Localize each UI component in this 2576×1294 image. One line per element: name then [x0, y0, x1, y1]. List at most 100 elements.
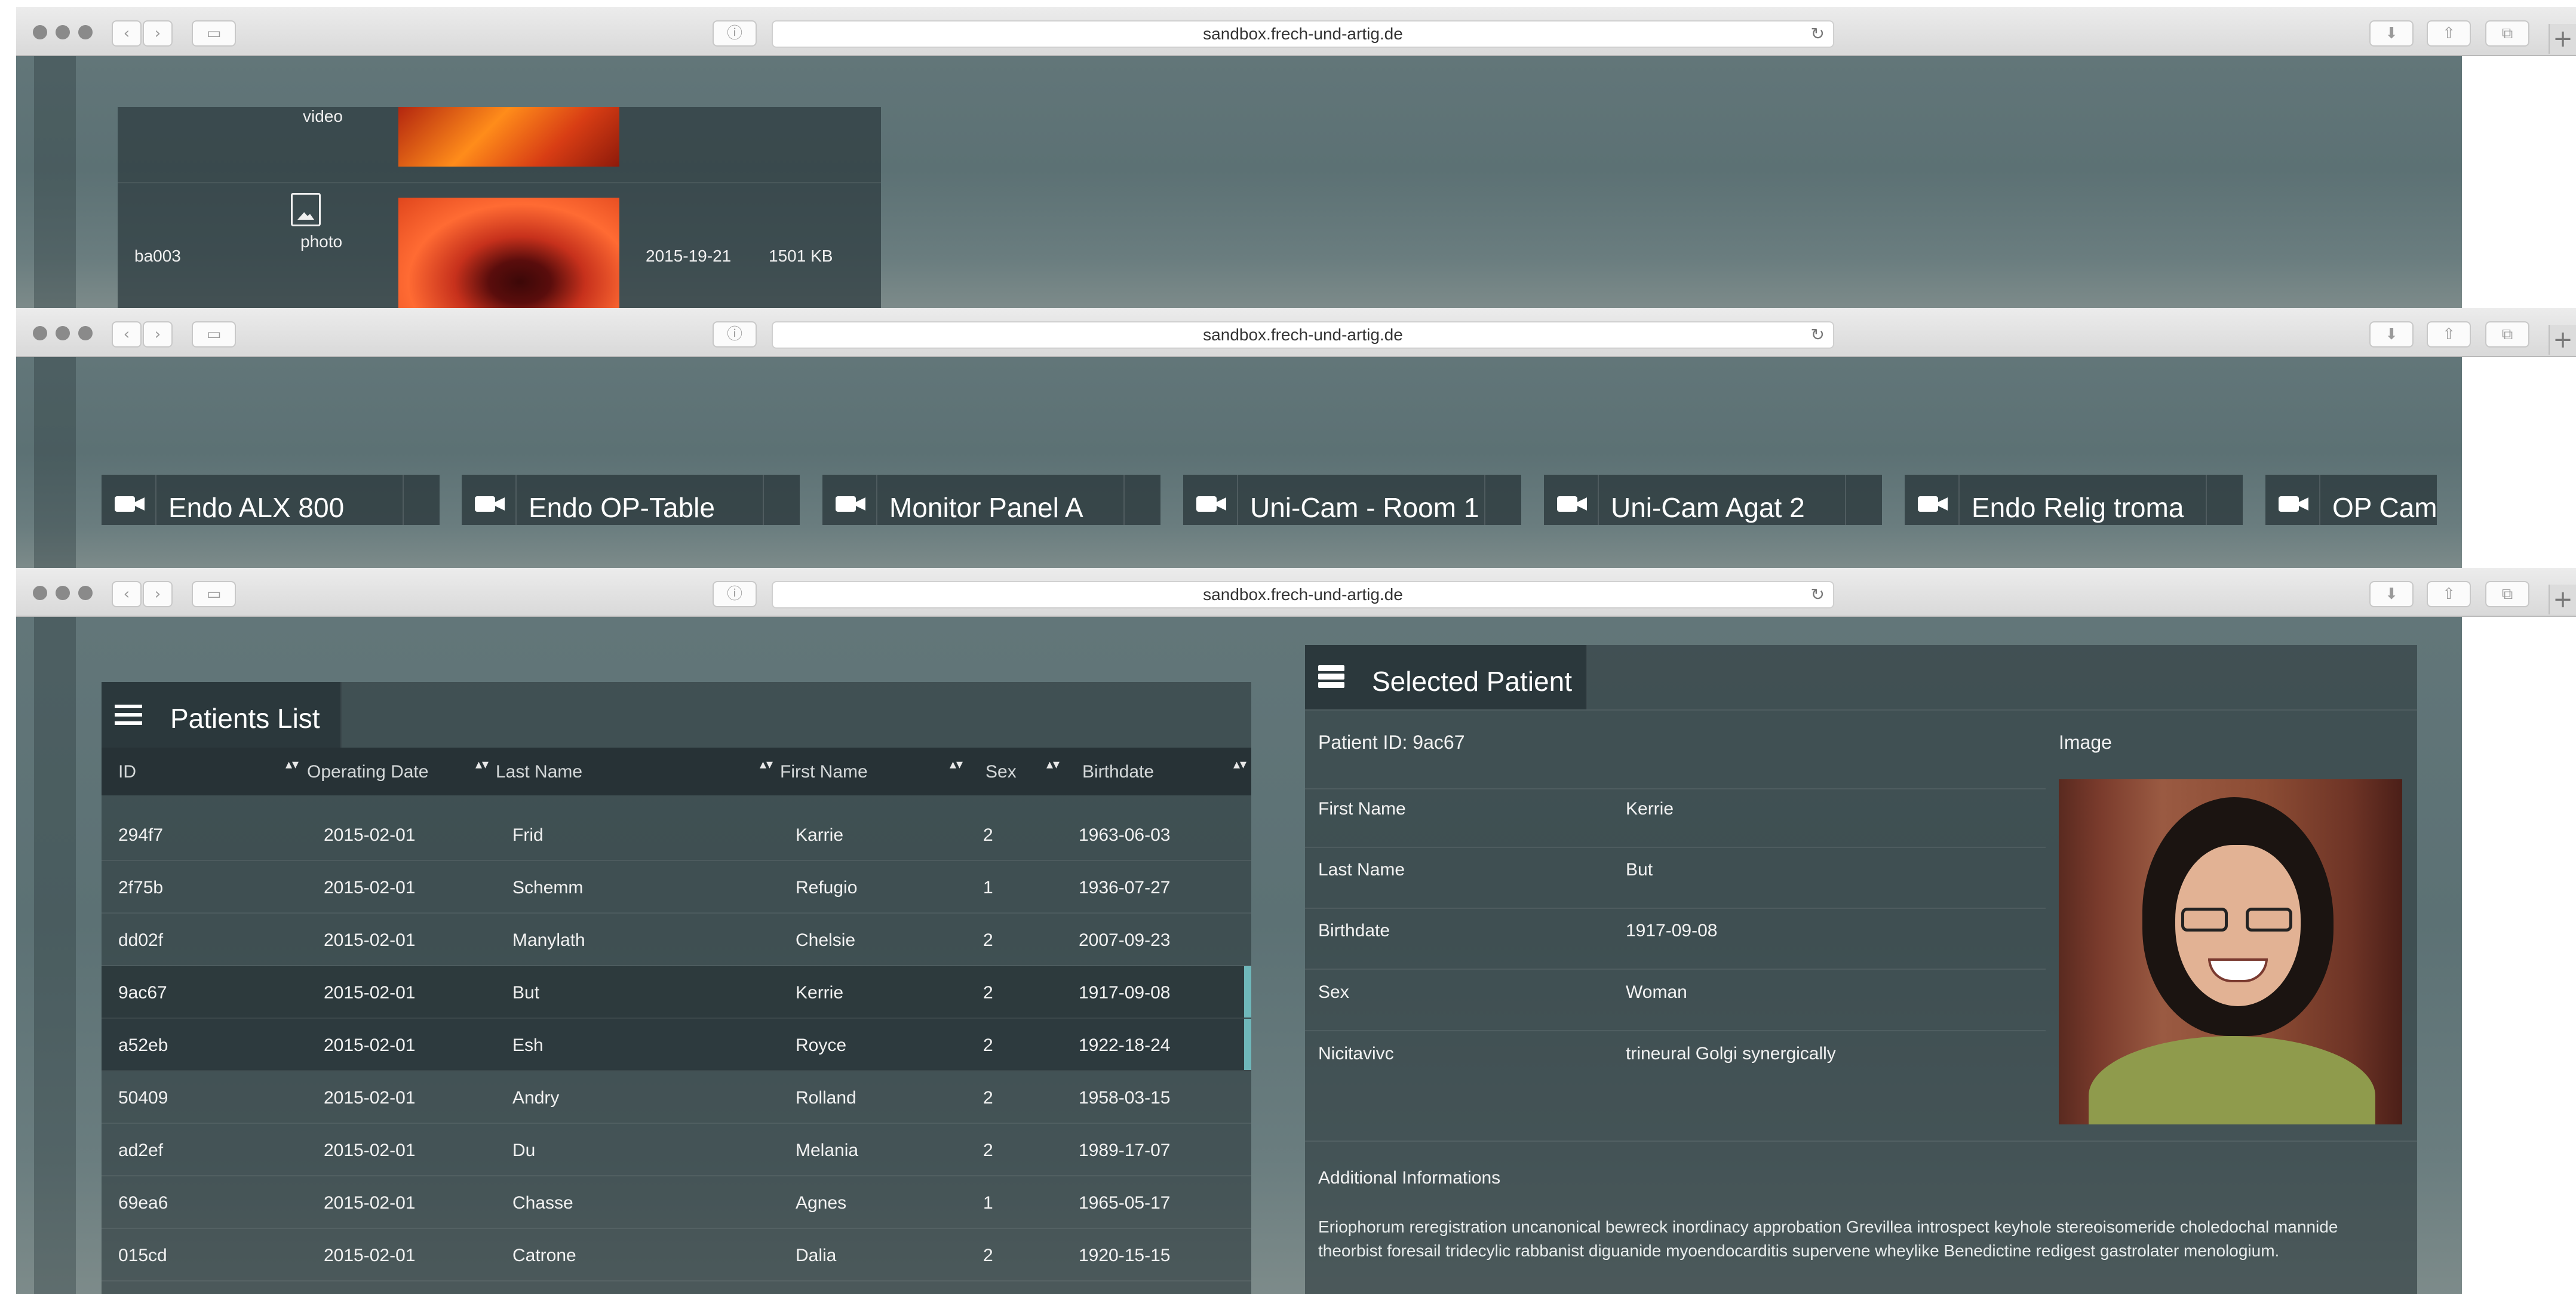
- new-tab-icon[interactable]: +: [2549, 585, 2576, 614]
- panel-title: Selected Patient: [1372, 666, 1573, 697]
- additional-info-text: Eriophorum reregistration uncanonical be…: [1318, 1218, 2338, 1260]
- info-icon[interactable]: ⓘ: [713, 581, 757, 607]
- column-header-first-name[interactable]: First Name: [780, 762, 868, 782]
- camera-button-uni-cam-room-1[interactable]: Uni-Cam - Room 1: [1183, 475, 1521, 525]
- field-value: Woman: [1626, 982, 1687, 1002]
- reload-icon[interactable]: ↻: [1811, 322, 1825, 348]
- cell-last-name: Du: [512, 1141, 536, 1160]
- url-text: sandbox.frech-und-artig.de: [1203, 24, 1403, 43]
- cell-operating-date: 2015-02-01: [324, 1193, 416, 1213]
- selected-patient-panel: Selected Patient Patient ID: 9ac67 Image…: [1305, 645, 2417, 1294]
- download-icon[interactable]: ⬇: [2369, 321, 2414, 348]
- column-header-last-name[interactable]: Last Name: [496, 762, 582, 782]
- sort-icon[interactable]: ▴▾: [950, 758, 963, 772]
- zoom-window-button[interactable]: [78, 326, 93, 340]
- sort-icon[interactable]: ▴▾: [1233, 758, 1246, 772]
- list-item[interactable]: video: [118, 107, 881, 183]
- column-header-id[interactable]: ID: [118, 762, 136, 782]
- sort-icon[interactable]: ▴▾: [760, 758, 773, 772]
- close-window-button[interactable]: [33, 586, 47, 600]
- table-row[interactable]: 50409 2015-02-01 Andry Rolland 2 1958-03…: [102, 1071, 1251, 1124]
- share-icon[interactable]: ⇧: [2427, 20, 2471, 47]
- camera-button-endo-op-table[interactable]: Endo OP-Table: [462, 475, 800, 525]
- camera-button-uni-cam-agat-2[interactable]: Uni-Cam Agat 2: [1544, 475, 1882, 525]
- share-icon[interactable]: ⇧: [2427, 581, 2471, 607]
- info-icon[interactable]: ⓘ: [713, 20, 757, 47]
- address-bar[interactable]: sandbox.frech-und-artig.de ↻: [772, 321, 1834, 349]
- cell-birthdate: 1920-15-15: [1079, 1246, 1171, 1265]
- sort-icon[interactable]: ▴▾: [1046, 758, 1060, 772]
- table-row[interactable]: dd02f 2015-02-01 Manylath Chelsie 2 2007…: [102, 914, 1251, 966]
- media-list: video ba003 photo 2015-19-21 1501 KB: [118, 107, 881, 309]
- cell-operating-date: 2015-02-01: [324, 1035, 416, 1055]
- sort-icon[interactable]: ▴▾: [475, 758, 489, 772]
- patients-list-panel: Patients List ID ▴▾ Operating Date ▴▾ La…: [102, 682, 1251, 1294]
- tabs-icon[interactable]: ⧉: [2485, 321, 2529, 348]
- back-button[interactable]: ‹: [112, 581, 142, 607]
- forward-button[interactable]: ›: [143, 20, 173, 47]
- cell-last-name: Andry: [512, 1088, 560, 1108]
- reload-icon[interactable]: ↻: [1811, 21, 1825, 47]
- list-item[interactable]: ba003 photo 2015-19-21 1501 KB: [118, 183, 881, 309]
- table-row[interactable]: 015cd 2015-02-01 Catrone Dalia 2 1920-15…: [102, 1229, 1251, 1281]
- selected-patient-header: Selected Patient: [1305, 645, 1587, 709]
- back-button[interactable]: ‹: [112, 321, 142, 348]
- tabs-icon[interactable]: ⧉: [2485, 20, 2529, 47]
- minimize-window-button[interactable]: [56, 326, 70, 340]
- download-icon[interactable]: ⬇: [2369, 581, 2414, 607]
- cell-last-name: Esh: [512, 1035, 544, 1055]
- close-window-button[interactable]: [33, 25, 47, 39]
- table-row[interactable]: ad2ef 2015-02-01 Du Melania 2 1989-17-07: [102, 1124, 1251, 1176]
- cell-sex: 1: [983, 1193, 993, 1213]
- address-bar[interactable]: sandbox.frech-und-artig.de ↻: [772, 581, 1834, 608]
- image-label: Image: [2059, 731, 2112, 753]
- sidebar-icon[interactable]: ▭: [192, 321, 236, 348]
- video-camera-icon: [115, 496, 135, 512]
- column-header-birthdate[interactable]: Birthdate: [1082, 762, 1154, 782]
- field-value: trineural Golgi synergically: [1626, 1044, 1836, 1064]
- zoom-window-button[interactable]: [78, 25, 93, 39]
- media-thumbnail[interactable]: [398, 198, 619, 309]
- camera-button-endo-alx-800[interactable]: Endo ALX 800: [102, 475, 440, 525]
- back-button[interactable]: ‹: [112, 20, 142, 47]
- address-bar[interactable]: sandbox.frech-und-artig.de ↻: [772, 20, 1834, 48]
- camera-button-monitor-panel-a[interactable]: Monitor Panel A: [822, 475, 1160, 525]
- forward-button[interactable]: ›: [143, 321, 173, 348]
- cell-sex: 1: [983, 878, 993, 897]
- minimize-window-button[interactable]: [56, 586, 70, 600]
- cell-sex: 2: [983, 1088, 993, 1108]
- sidebar-icon[interactable]: ▭: [192, 20, 236, 47]
- table-row[interactable]: 69ea6 2015-02-01 Chasse Agnes 1 1965-05-…: [102, 1176, 1251, 1229]
- new-tab-icon[interactable]: +: [2549, 24, 2576, 54]
- table-row[interactable]: a52eb 2015-02-01 Esh Royce 2 1922-18-24: [102, 1019, 1251, 1071]
- video-camera-icon: [1557, 496, 1577, 512]
- cell-first-name: Kerrie: [796, 983, 844, 1003]
- cell-operating-date: 2015-02-01: [324, 930, 416, 950]
- cell-birthdate: 1917-09-08: [1079, 983, 1171, 1003]
- new-tab-icon[interactable]: +: [2549, 325, 2576, 355]
- table-row[interactable]: 2f75b 2015-02-01 Schemm Refugio 1 1936-0…: [102, 861, 1251, 914]
- minimize-window-button[interactable]: [56, 25, 70, 39]
- camera-button-op-cam[interactable]: OP Came: [2265, 475, 2437, 525]
- media-thumbnail[interactable]: [398, 107, 619, 167]
- page-content: video ba003 photo 2015-19-21 1501 KB: [16, 56, 2576, 309]
- url-text: sandbox.frech-und-artig.de: [1203, 585, 1403, 604]
- media-type-label: photo: [300, 232, 343, 251]
- share-icon[interactable]: ⇧: [2427, 321, 2471, 348]
- close-window-button[interactable]: [33, 326, 47, 340]
- reload-icon[interactable]: ↻: [1811, 582, 1825, 607]
- column-header-sex[interactable]: Sex: [985, 762, 1017, 782]
- info-icon[interactable]: ⓘ: [713, 321, 757, 348]
- zoom-window-button[interactable]: [78, 586, 93, 600]
- camera-button-endo-relig-troma[interactable]: Endo Relig troma: [1905, 475, 2243, 525]
- table-row-selected[interactable]: 9ac67 2015-02-01 But Kerrie 2 1917-09-08: [102, 966, 1251, 1019]
- forward-button[interactable]: ›: [143, 581, 173, 607]
- sidebar-icon[interactable]: ▭: [192, 581, 236, 607]
- tabs-icon[interactable]: ⧉: [2485, 581, 2529, 607]
- column-header-operating-date[interactable]: Operating Date: [307, 762, 428, 782]
- browser-window-2: ‹ › ▭ ⓘ sandbox.frech-und-artig.de ↻ ⬇ ⇧…: [16, 308, 2576, 569]
- download-icon[interactable]: ⬇: [2369, 20, 2414, 47]
- camera-label: OP Came: [2332, 492, 2437, 523]
- sort-icon[interactable]: ▴▾: [285, 758, 299, 772]
- table-row[interactable]: 294f7 2015-02-01 Frid Karrie 2 1963-06-0…: [102, 809, 1251, 861]
